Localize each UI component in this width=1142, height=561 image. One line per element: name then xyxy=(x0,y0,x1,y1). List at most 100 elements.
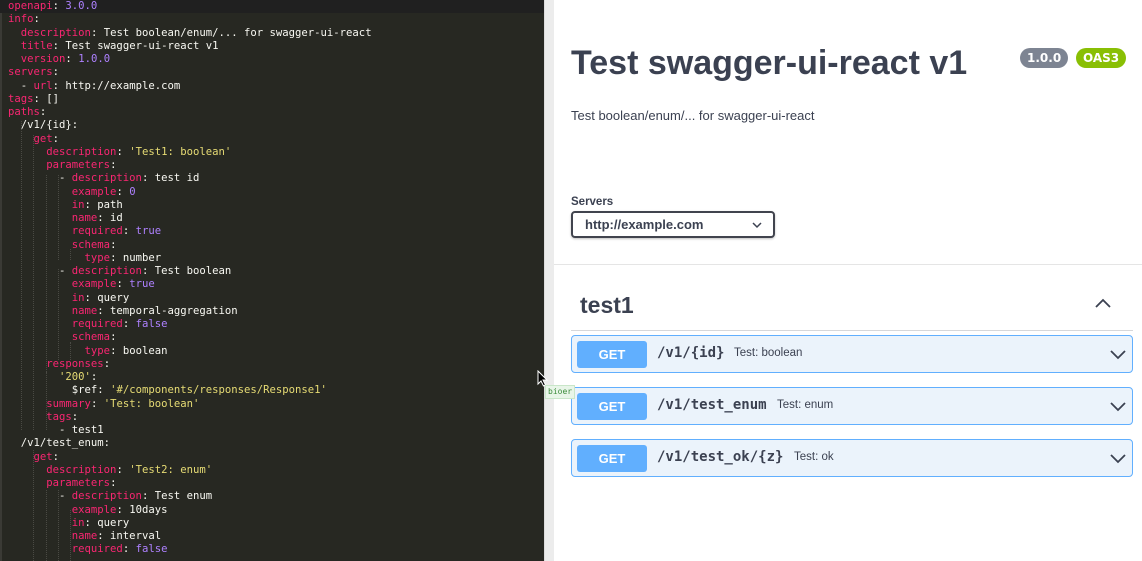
code-token: description xyxy=(71,172,142,185)
editor-line[interactable]: title: Test swagger-ui-react v1 xyxy=(8,40,219,53)
editor-line[interactable]: /v1/test_enum: xyxy=(8,437,110,450)
editor-line[interactable]: responses: xyxy=(8,358,110,371)
editor-line[interactable]: schema: xyxy=(8,331,117,344)
editor-line[interactable]: name: id xyxy=(8,212,123,225)
operation-get-v1-id[interactable]: GET /v1/{id} Test: boolean xyxy=(571,335,1133,373)
code-token: description xyxy=(71,265,142,277)
indent-guide xyxy=(46,372,47,420)
code-token: : xyxy=(103,357,111,370)
operation-path: /v1/test_ok/{z} xyxy=(657,449,784,465)
code-token: - xyxy=(8,79,34,92)
editor-line[interactable]: example: 10days xyxy=(8,503,168,517)
code-token: 'Test2: enum' xyxy=(129,463,213,476)
chevron-down-icon[interactable] xyxy=(1110,400,1126,412)
editor-line[interactable]: servers: xyxy=(8,66,59,79)
scheme-divider xyxy=(554,264,1142,265)
chevron-up-icon[interactable] xyxy=(1094,296,1112,310)
code-token: '200' xyxy=(59,371,91,383)
code-token: : xyxy=(65,53,79,65)
editor-line[interactable]: type: boolean xyxy=(8,345,168,358)
editor-line[interactable]: /v1/{id}: xyxy=(8,119,78,132)
editor-line[interactable]: name: interval xyxy=(8,530,161,543)
operation-summary: Test: enum xyxy=(777,399,834,411)
editor-line[interactable]: example: 0 xyxy=(8,186,136,199)
yaml-editor[interactable]: openapi: 3.0.0 info: description: Test bo… xyxy=(0,0,544,561)
code-token: description xyxy=(46,463,117,476)
code-token: : xyxy=(52,132,60,145)
code-token: : xyxy=(122,543,136,556)
editor-line[interactable]: - description: test id xyxy=(8,172,199,185)
editor-line[interactable]: description: Test boolean/enum/... for s… xyxy=(8,27,372,40)
tag-divider xyxy=(571,330,1133,331)
method-badge: GET xyxy=(577,341,647,368)
code-token: false xyxy=(135,318,168,330)
editor-line[interactable]: description: 'Test2: enum' xyxy=(8,464,212,477)
editor-line[interactable]: tags: [] xyxy=(8,93,59,106)
code-token: - test1 xyxy=(8,424,104,436)
editor-line[interactable]: tags: xyxy=(8,411,78,424)
tag-section-title[interactable]: test1 xyxy=(580,292,634,319)
code-token: tags xyxy=(46,410,72,423)
editor-line[interactable]: example: true xyxy=(8,278,155,291)
editor-line[interactable]: $ref: '#/components/responses/Response1' xyxy=(8,384,327,397)
editor-line[interactable]: - description: Test boolean xyxy=(8,265,231,278)
editor-line[interactable]: info: xyxy=(8,13,40,26)
code-token: required xyxy=(71,318,123,330)
editor-line[interactable]: type: number xyxy=(8,252,162,265)
code-token: : query xyxy=(84,291,130,304)
indent-guide xyxy=(70,342,71,360)
editor-line[interactable]: parameters: xyxy=(8,159,116,172)
code-token: schema xyxy=(71,331,111,344)
servers-label: Servers xyxy=(571,196,614,208)
editor-line[interactable]: description: 'Test1: boolean' xyxy=(8,146,231,159)
pane-splitter[interactable] xyxy=(544,0,554,561)
editor-line[interactable]: - url: http://example.com xyxy=(8,80,180,93)
chevron-down-icon[interactable] xyxy=(1110,452,1126,464)
code-token: true xyxy=(129,278,155,291)
code-token: description xyxy=(46,145,117,158)
editor-line[interactable]: required: false xyxy=(8,543,168,556)
api-title: Test swagger-ui-react v1 xyxy=(571,44,968,82)
operation-get-v1-test-ok-z[interactable]: GET /v1/test_ok/{z} Test: ok xyxy=(571,439,1133,477)
editor-line[interactable]: - test1 xyxy=(8,424,104,437)
editor-line[interactable]: version: 1.0.0 xyxy=(8,53,110,66)
editor-line[interactable]: openapi: 3.0.0 xyxy=(0,0,544,13)
code-token: name xyxy=(71,530,98,542)
editor-line[interactable]: - description: Test enum xyxy=(8,490,212,503)
operation-get-v1-test-enum[interactable]: GET /v1/test_enum Test: enum xyxy=(571,387,1133,425)
editor-line[interactable]: required: true xyxy=(8,225,161,238)
code-token: example xyxy=(71,185,117,198)
indent-guide xyxy=(33,450,34,561)
servers-select[interactable]: http://example.com xyxy=(571,211,775,238)
chevron-down-icon[interactable] xyxy=(1110,348,1126,360)
code-token: example xyxy=(71,503,117,516)
editor-line[interactable]: in: query xyxy=(8,517,129,530)
editor-line[interactable]: paths: xyxy=(8,106,46,119)
code-token: : xyxy=(52,0,66,12)
code-token: : xyxy=(116,278,130,291)
editor-line[interactable]: name: temporal-aggregation xyxy=(8,305,238,318)
editor-line[interactable]: in: query xyxy=(8,292,129,305)
editor-line[interactable]: in: path xyxy=(8,199,123,212)
code-token: parameters xyxy=(46,159,111,171)
code-token: : xyxy=(71,410,79,423)
code-token: openapi xyxy=(8,0,53,12)
code-token: 'Test: boolean' xyxy=(103,397,200,410)
editor-line[interactable]: parameters: xyxy=(8,477,116,490)
code-token: name xyxy=(71,304,98,317)
editor-line[interactable]: required: false xyxy=(8,318,168,331)
code-token: : interval xyxy=(97,530,162,542)
editor-line[interactable]: summary: 'Test: boolean' xyxy=(8,398,199,411)
editor-line[interactable]: schema: xyxy=(8,239,117,252)
code-token: : test id xyxy=(141,172,200,185)
chevron-down-icon xyxy=(752,222,762,229)
